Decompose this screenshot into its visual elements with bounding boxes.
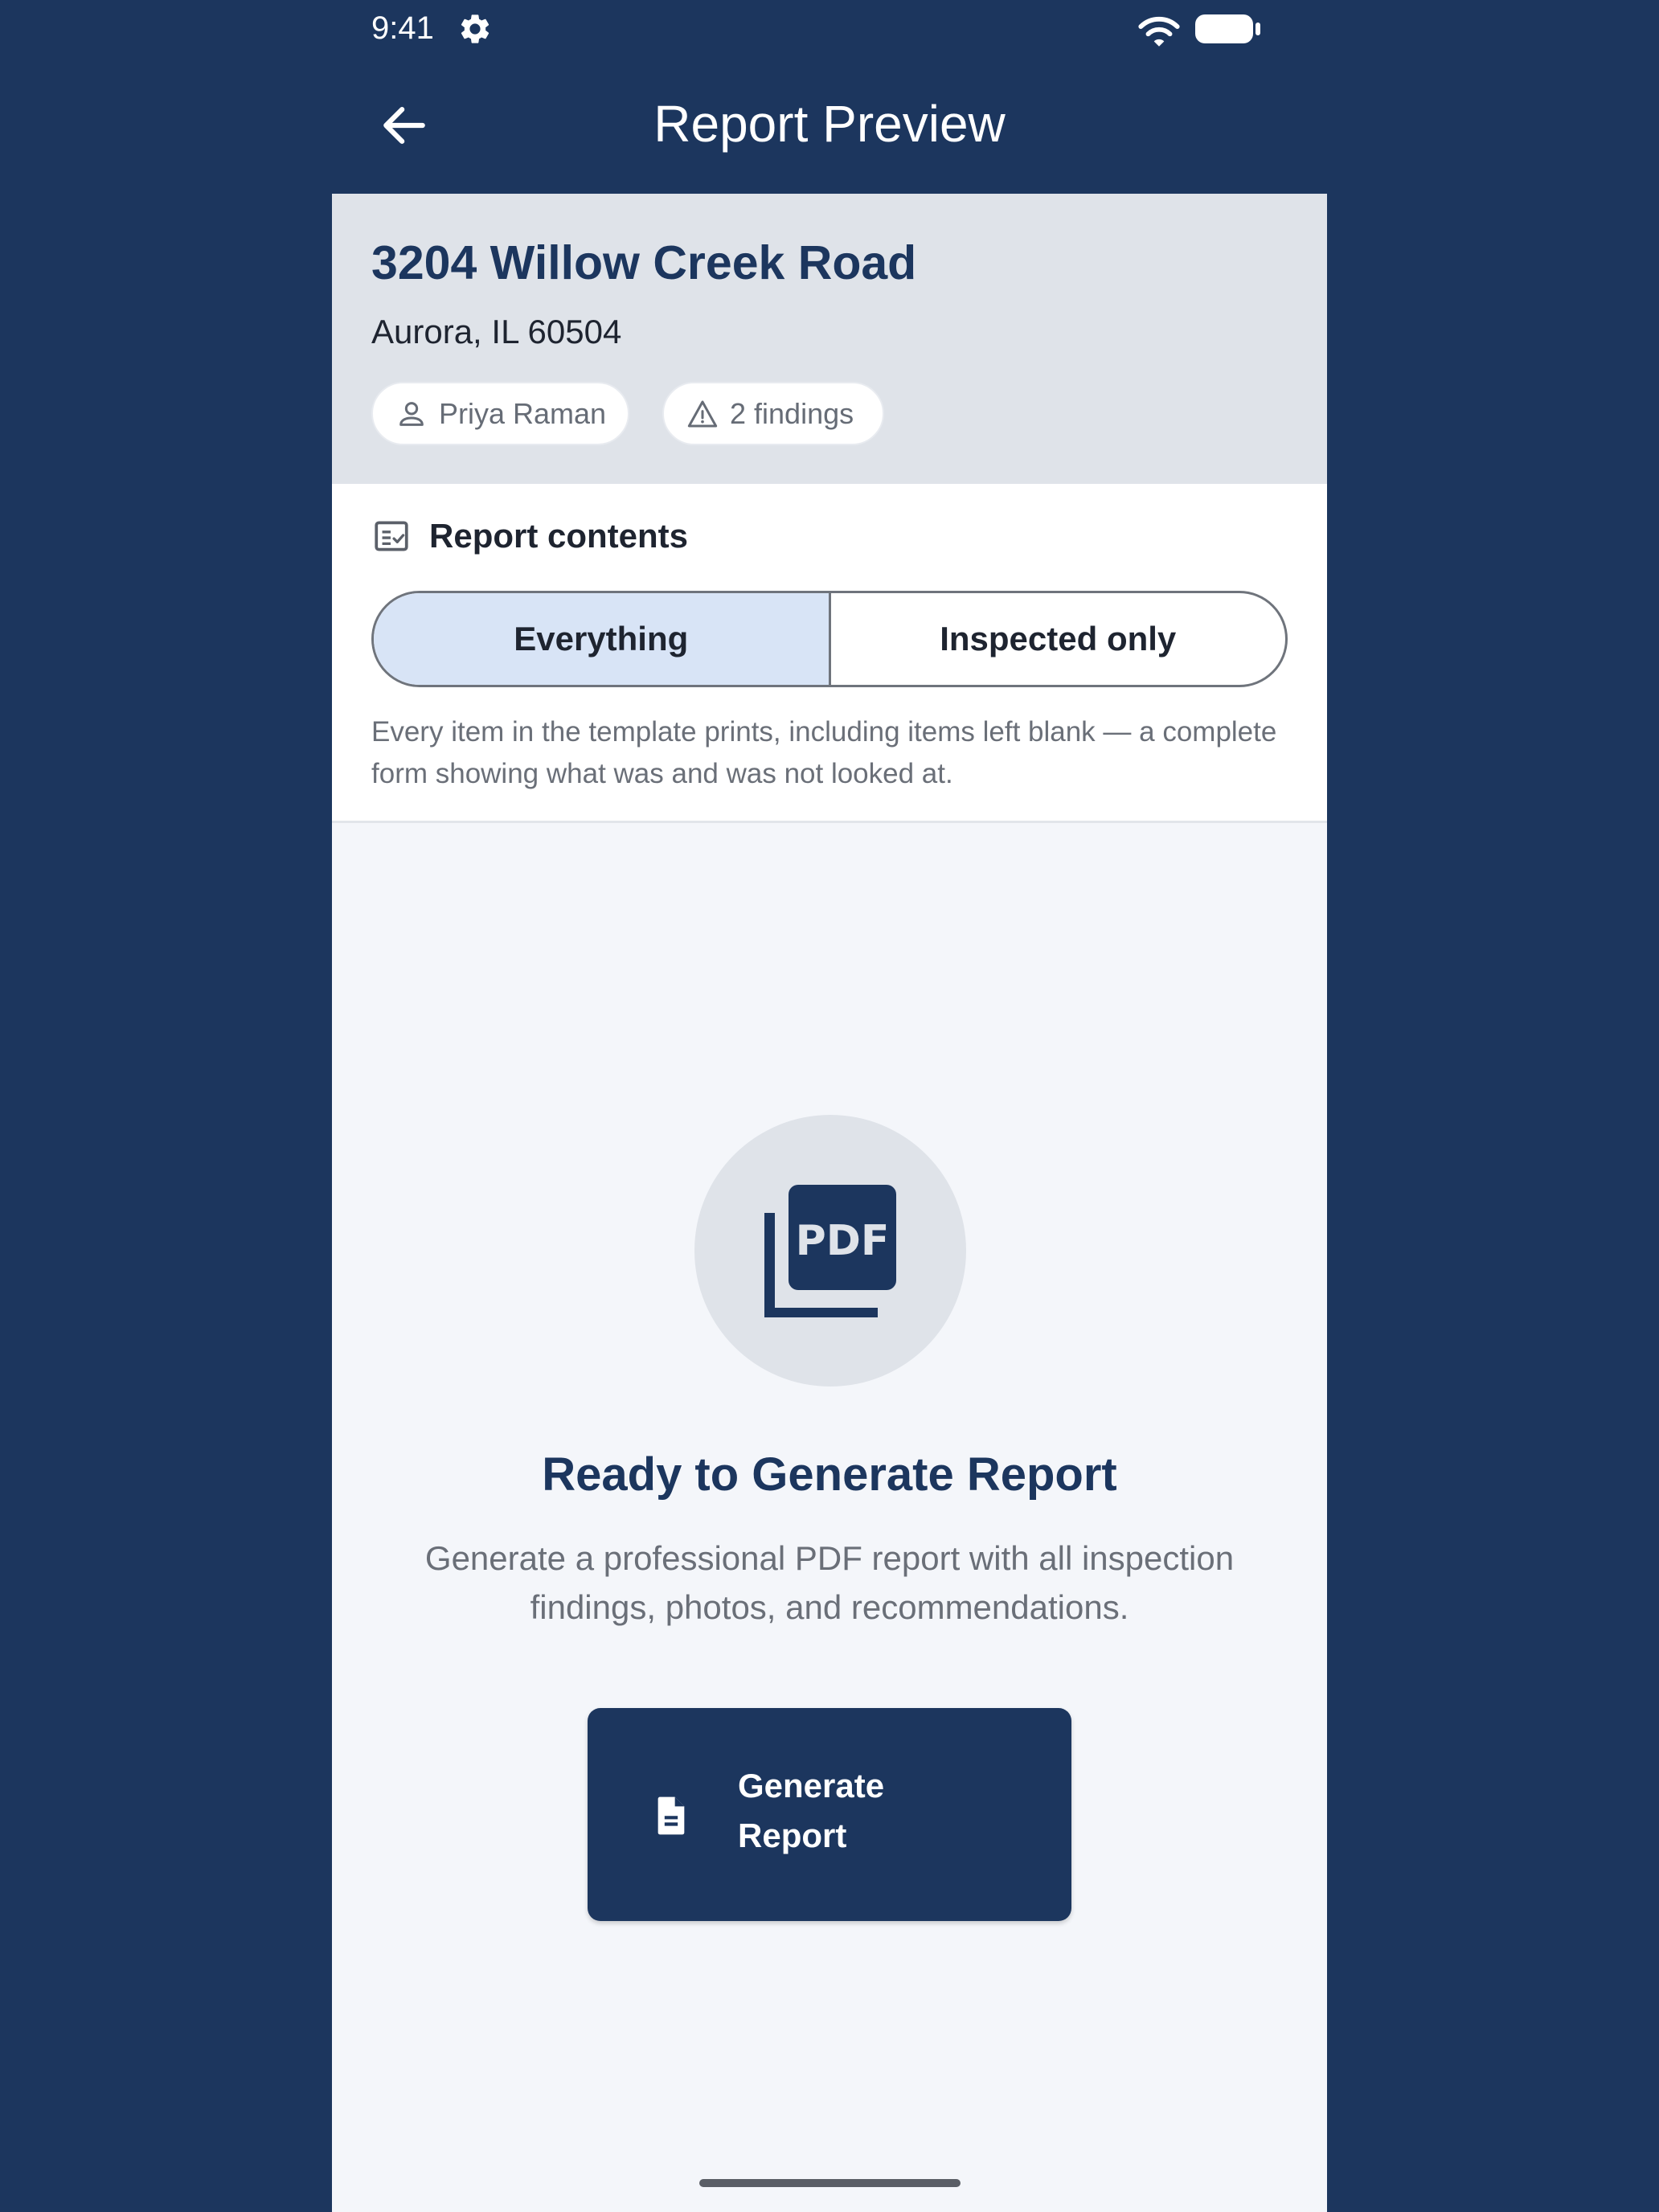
segment-everything[interactable]: Everything bbox=[374, 593, 831, 685]
report-contents-toggle: Everything Inspected only bbox=[371, 591, 1288, 687]
pdf-icon: PDF bbox=[764, 1185, 896, 1317]
battery-icon bbox=[1195, 14, 1260, 43]
warning-icon bbox=[687, 400, 718, 427]
pdf-icon-circle: PDF bbox=[694, 1115, 966, 1387]
wifi-icon bbox=[1138, 16, 1180, 47]
inspector-name: Priya Raman bbox=[439, 396, 607, 430]
empty-state-title: Ready to Generate Report bbox=[542, 1448, 1117, 1501]
gear-icon bbox=[461, 14, 490, 43]
property-address: 3204 Willow Creek Road bbox=[371, 236, 917, 289]
property-header: 3204 Willow Creek Road Aurora, IL 60504 … bbox=[332, 194, 1327, 484]
app-screen: 9:41 Report Preview 3204 Willow Creek Ro… bbox=[332, 0, 1327, 2212]
property-city: Aurora, IL 60504 bbox=[371, 313, 622, 350]
segment-inspected-only[interactable]: Inspected only bbox=[831, 593, 1286, 685]
home-indicator[interactable] bbox=[699, 2179, 961, 2187]
status-time: 9:41 bbox=[371, 10, 434, 46]
person-icon bbox=[399, 401, 424, 426]
findings-chip: 2 findings bbox=[662, 382, 884, 445]
svg-text:PDF: PDF bbox=[796, 1217, 890, 1265]
findings-count: 2 findings bbox=[730, 396, 854, 430]
inspector-chip: Priya Raman bbox=[371, 382, 629, 445]
checklist-icon bbox=[375, 521, 408, 551]
empty-state-description: Generate a professional PDF report with … bbox=[424, 1539, 1235, 1626]
report-contents-title: Report contents bbox=[429, 517, 689, 555]
status-bar: 9:41 bbox=[332, 0, 1327, 56]
generate-report-label: Generate Report bbox=[738, 1767, 885, 1854]
report-contents-section: Report contents Everything Inspected onl… bbox=[332, 484, 1327, 823]
report-contents-header: Report contents bbox=[371, 516, 688, 556]
generate-report-button[interactable]: Generate Report bbox=[588, 1708, 1071, 1921]
report-contents-description: Every item in the template prints, inclu… bbox=[371, 716, 1277, 789]
page-title: Report Preview bbox=[653, 95, 1006, 153]
document-icon bbox=[657, 1796, 685, 1835]
app-bar: Report Preview bbox=[332, 56, 1327, 194]
